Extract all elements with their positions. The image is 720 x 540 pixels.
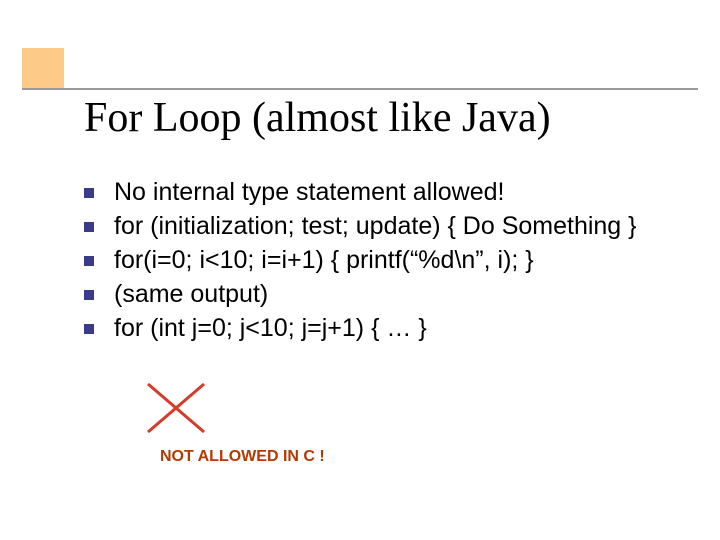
list-item: for (initialization; test; update) { Do … [84, 210, 684, 242]
bullet-text: for (int j=0; j<10; j=j+1) { … } [114, 314, 427, 342]
bullet-icon [84, 188, 94, 198]
bullet-icon [84, 256, 94, 266]
list-item: (same output) [84, 278, 684, 310]
title-accent-box [22, 48, 64, 90]
bullet-text: (same output) [114, 280, 268, 308]
bullet-list: No internal type statement allowed! for … [84, 176, 684, 346]
title-underline [22, 88, 698, 90]
bullet-icon [84, 324, 94, 334]
list-item: for (int j=0; j<10; j=j+1) { … } [84, 312, 684, 344]
cross-out-icon [144, 380, 208, 436]
list-item: for(i=0; i<10; i=i+1) { printf(“%d\n”, i… [84, 244, 684, 276]
bullet-text: for (initialization; test; update) { Do … [114, 212, 637, 240]
bullet-icon [84, 290, 94, 300]
list-item: No internal type statement allowed! [84, 176, 684, 208]
bullet-text: No internal type statement allowed! [114, 178, 505, 206]
slide-title: For Loop (almost like Java) [84, 94, 551, 142]
slide: For Loop (almost like Java) No internal … [0, 0, 720, 540]
bullet-icon [84, 222, 94, 232]
footer-warning: NOT ALLOWED IN C ! [160, 448, 325, 466]
bullet-text: for(i=0; i<10; i=i+1) { printf(“%d\n”, i… [114, 246, 534, 274]
